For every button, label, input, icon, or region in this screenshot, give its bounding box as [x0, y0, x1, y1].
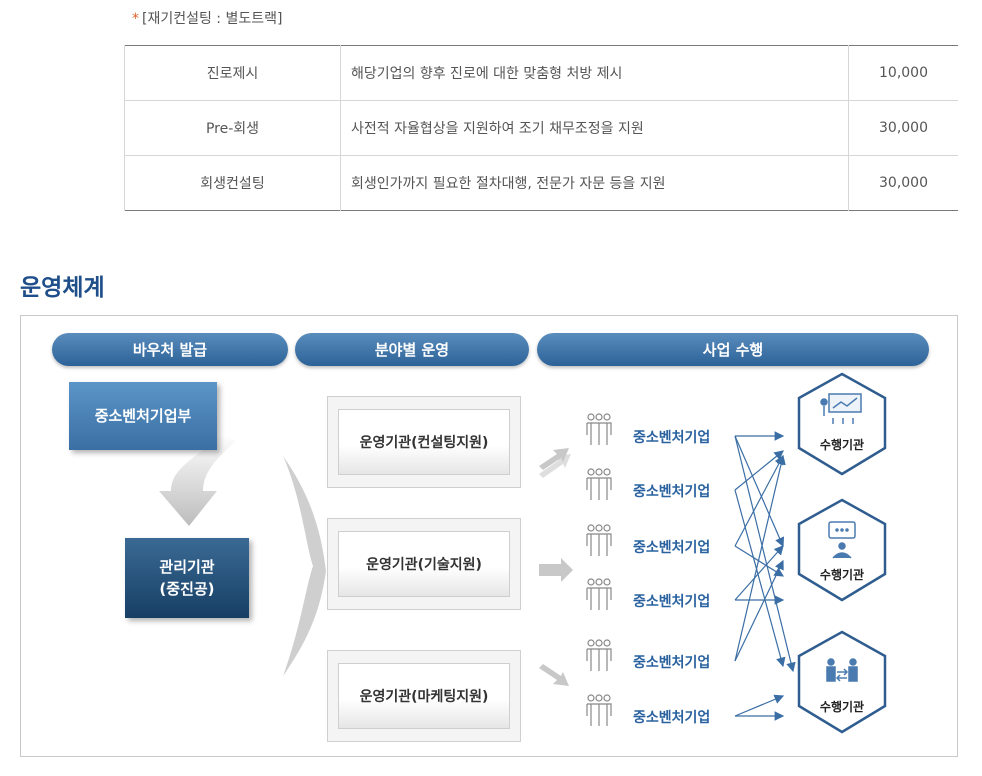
table-row: Pre-회생 사전적 자율협상을 지원하여 조기 채무조정을 지원 30,000 [124, 100, 958, 156]
performer-label: 수행기관 [819, 568, 865, 582]
operator-label: 운영기관(기술지원) [338, 531, 510, 597]
sme-label: 중소벤처기업 [633, 710, 711, 726]
row-description: 회생인가까지 필요한 절차대행, 전문가 자문 등을 지원 [340, 155, 849, 211]
sme-label: 중소벤처기업 [633, 540, 711, 556]
chevron-arrow-icon [539, 448, 571, 478]
brace-arrow-icon [283, 456, 326, 676]
people-group-icon [586, 413, 612, 726]
sme-label: 중소벤처기업 [633, 594, 711, 610]
consulting-note: * [재기컨설팅 : 별도트랙] [132, 8, 282, 28]
table-row: 진로제시 해당기업의 향후 진로에 대한 맞춤형 처방 제시 10,000 [124, 45, 958, 101]
fee-table: 진로제시 해당기업의 향후 진로에 대한 맞춤형 처방 제시 10,000 Pr… [124, 45, 958, 211]
sme-label: 중소벤처기업 [633, 655, 711, 671]
sme-label: 중소벤처기업 [633, 484, 711, 500]
row-amount: 30,000 [879, 175, 928, 191]
table-row: 회생컨설팅 회생인가까지 필요한 절차대행, 전문가 자문 등을 지원 30,0… [124, 155, 959, 211]
manager-name: 관리기관 [159, 558, 215, 576]
operator-box-consulting: 운영기관(컨설팅지원) [327, 396, 521, 488]
header-field-operation: 분야별 운영 [295, 333, 529, 366]
manager-org: (중진공) [159, 580, 215, 598]
section-title: 운영체계 [20, 275, 105, 301]
header-voucher-issuance: 바우처 발급 [52, 333, 288, 366]
operator-box-technology: 운영기관(기술지원) [327, 518, 521, 610]
operator-box-marketing: 운영기관(마케팅지원) [327, 650, 521, 742]
performer-label: 수행기관 [819, 700, 865, 714]
row-description: 사전적 자율협상을 지원하여 조기 채무조정을 지원 [340, 100, 849, 156]
row-name: 진로제시 [124, 45, 341, 101]
manager-box: 관리기관 (중진공) [125, 538, 249, 618]
operator-label: 운영기관(마케팅지원) [338, 663, 510, 729]
row-name: 회생컨설팅 [124, 155, 341, 211]
performer-label: 수행기관 [819, 438, 865, 452]
header-project-execution: 사업 수행 [537, 333, 929, 366]
row-amount: 30,000 [848, 100, 958, 156]
row-amount: 10,000 [848, 45, 958, 101]
chevron-arrow-icon [539, 664, 569, 686]
note-star: * [132, 11, 139, 27]
operator-label: 운영기관(컨설팅지원) [338, 409, 510, 475]
chevron-arrow-icon [539, 558, 573, 582]
ministry-box: 중소벤처기업부 [69, 382, 217, 450]
note-text: [재기컨설팅 : 별도트랙] [142, 11, 283, 27]
sme-label: 중소벤처기업 [633, 430, 711, 446]
row-description: 해당기업의 향후 진로에 대한 맞춤형 처방 제시 [340, 45, 849, 101]
operation-diagram: 바우처 발급 분야별 운영 사업 수행 중소벤처기업부 관리기관 (중진공) 운… [20, 315, 958, 757]
row-name: Pre-회생 [124, 100, 341, 156]
